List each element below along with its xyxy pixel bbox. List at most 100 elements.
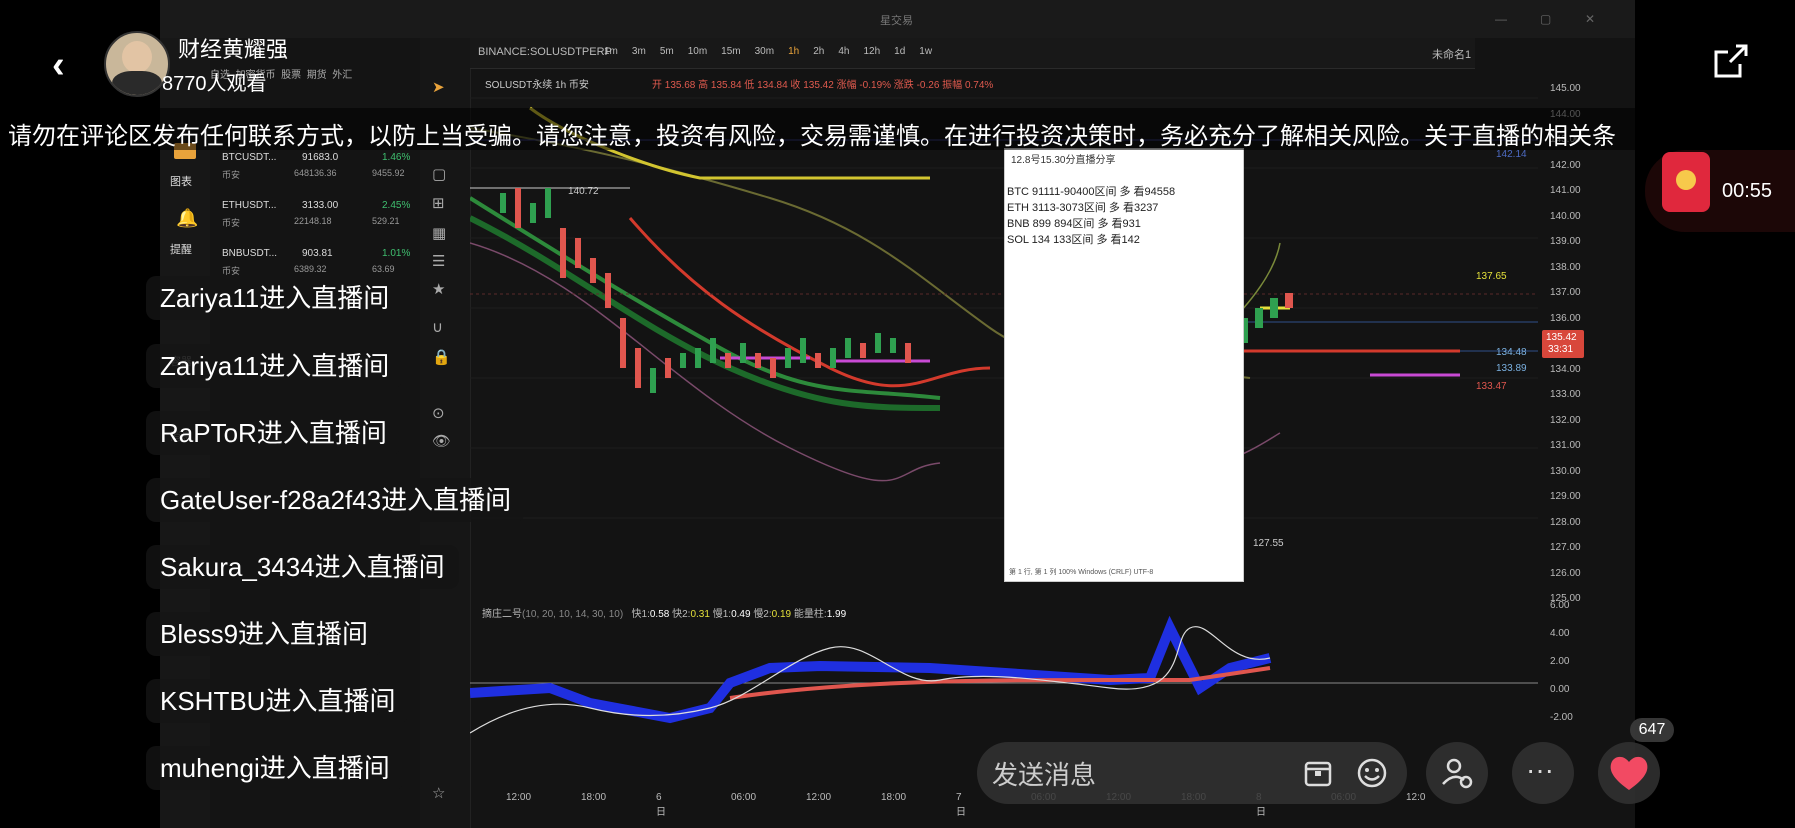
watch-exchange: 币安 [222, 170, 241, 180]
right-label-1: 137.65 [1476, 271, 1507, 282]
x-tick-label: 12:00 [806, 792, 832, 803]
chat-message: KSHTBU进入直播间 [146, 679, 410, 723]
watchlist-row[interactable]: ETHUSDT... 3133.00 2.45% 币安 22148.18 529… [222, 198, 412, 232]
x-tick-label: 06:00 [731, 792, 757, 803]
y-tick-label: 140.00 [1550, 210, 1581, 222]
watch-symbol: BTCUSDT... [222, 152, 277, 163]
green-ribbon-2 [470, 215, 941, 411]
y-tick-label: 134.00 [1550, 363, 1581, 375]
box-icon[interactable] [1302, 757, 1334, 789]
streamer-name[interactable]: 财经黄耀强 [178, 32, 288, 64]
more-button[interactable]: ··· [1512, 742, 1574, 804]
sub-y-tick-label: -2.00 [1550, 712, 1573, 723]
y-tick-label: 136.00 [1550, 312, 1581, 324]
timeframe-30m[interactable]: 30m [755, 46, 774, 57]
emoji-icon[interactable] [1356, 757, 1388, 789]
crop-tool-icon[interactable]: ⊞ [432, 194, 445, 212]
timeframe-1d[interactable]: 1d [894, 46, 905, 57]
y-tick-label: 128.00 [1550, 516, 1581, 528]
watchlist-row[interactable]: BTCUSDT... 91683.0 1.46% 币安 648136.36 94… [222, 150, 412, 184]
current-price: 135.42 [1546, 332, 1577, 343]
osc-label: 能量柱: [793, 609, 827, 620]
y-tick-label: 137.00 [1550, 287, 1581, 298]
grid-tool-icon[interactable]: ▦ [432, 224, 446, 242]
timeframe-4h[interactable]: 4h [838, 46, 849, 57]
watch-change: 1.01% [382, 248, 411, 259]
close-icon[interactable]: ✕ [1585, 12, 1595, 26]
osc-value: 0.49 [731, 609, 751, 620]
y-tick-label: 130.00 [1550, 465, 1581, 477]
level-c-label: 133.47 [1476, 381, 1507, 392]
x-tick-label: 18:00 [881, 792, 907, 803]
avatar-body [112, 71, 162, 95]
red-packet-icon[interactable] [1662, 152, 1710, 212]
lines-tool-icon[interactable]: ☰ [432, 252, 445, 270]
y-tick-label: 132.00 [1550, 414, 1581, 426]
timeframe-2h[interactable]: 2h [813, 46, 824, 57]
star-icon[interactable]: ★ [432, 280, 445, 298]
chat-message: GateUser-f28a2f43进入直播间 [146, 478, 526, 522]
osc-label: 快2: [672, 609, 691, 620]
watch-price: 903.81 [302, 248, 333, 259]
oscillator-params: (10, 20, 10, 14, 30, 10) [522, 609, 624, 620]
x-tick-label: 12:00 [506, 792, 532, 803]
nav-chart-label[interactable]: 图表 [170, 173, 192, 189]
tab-futures[interactable]: 期货 [307, 70, 327, 81]
bell-icon[interactable]: 🔔 [176, 208, 198, 229]
timeframe-1m[interactable]: 1m [604, 46, 618, 57]
watch-volume-2: 9455.92 [372, 168, 405, 178]
notepad-window[interactable]: 12.8号15.30分直播分享 BTC 91111-90400区间 多 看945… [1004, 148, 1244, 582]
watchlist-row[interactable]: BNBUSDT... 903.81 1.01% 币安 6389.32 63.69 [222, 246, 412, 280]
timeframe-10m[interactable]: 10m [688, 46, 707, 57]
nav-alert-label[interactable]: 提醒 [170, 241, 192, 257]
share-icon[interactable] [1710, 42, 1750, 82]
sub-y-tick-label: 4.00 [1550, 628, 1570, 639]
like-count: 647 [1630, 718, 1674, 742]
y-tick-label: 129.00 [1550, 491, 1581, 502]
watch-symbol: ETHUSDT... [222, 200, 277, 211]
rectangle-tool-icon[interactable]: ▢ [432, 165, 446, 183]
chat-message: Sakura_3434进入直播间 [146, 545, 459, 589]
x-tick-label: 18:00 [581, 792, 607, 803]
watch-change: 2.45% [382, 200, 411, 211]
watch-price: 3133.00 [302, 200, 339, 211]
connect-mic-button[interactable] [1426, 742, 1488, 804]
streamer-avatar[interactable] [104, 31, 170, 97]
bar-countdown: 33:31 [1548, 344, 1574, 355]
timeframe-3m[interactable]: 3m [632, 46, 646, 57]
level-b-label: 133.89 [1496, 363, 1527, 374]
maximize-icon[interactable]: ▢ [1540, 12, 1551, 26]
timeframe-5m[interactable]: 5m [660, 46, 674, 57]
osc-value: 0.31 [690, 609, 710, 620]
timeframe-1w[interactable]: 1w [919, 46, 932, 57]
user-link-icon [1442, 758, 1473, 789]
timeframe-12h[interactable]: 12h [863, 46, 880, 57]
back-chevron-icon[interactable]: ‹ [52, 44, 65, 87]
more-dots-icon: ··· [1526, 754, 1554, 785]
target-icon[interactable]: ⊙ [432, 404, 445, 422]
timeframe-selector: 1m 3m 5m 10m 15m 30m 1h 2h 4h 12h 1d 1w [604, 46, 946, 57]
blue-energy-band [470, 615, 1272, 724]
timeframe-15m[interactable]: 15m [721, 46, 740, 57]
tab-forex[interactable]: 外汇 [332, 70, 352, 81]
message-input[interactable]: 发送消息 [992, 755, 1096, 792]
red-packet-countdown: 00:55 [1722, 180, 1773, 202]
low-marker-label: 127.55 [1253, 538, 1284, 549]
timeframe-1h[interactable]: 1h [788, 46, 799, 57]
chat-message: Zariya11进入直播间 [146, 276, 404, 320]
osc-label: 慢2: [753, 609, 772, 620]
cursor-icon[interactable]: ➤ [432, 78, 445, 96]
magnet-icon[interactable]: ∪ [432, 318, 443, 336]
star-outline-icon[interactable]: ☆ [432, 784, 445, 802]
lock-icon[interactable]: 🔒 [432, 348, 451, 366]
watch-volume-2: 63.69 [372, 264, 395, 274]
symbol-code[interactable]: BINANCE:SOLUSDTPERP [478, 46, 612, 58]
like-button[interactable] [1598, 742, 1660, 804]
x-tick-label: 6日 [656, 792, 666, 818]
eye-icon[interactable]: 👁 [432, 432, 451, 450]
price-axis[interactable] [1538, 68, 1608, 788]
tab-stocks[interactable]: 股票 [281, 70, 301, 81]
layout-name[interactable]: 未命名1 [1432, 46, 1471, 62]
y-tick-label: 138.00 [1550, 261, 1581, 273]
minimize-icon[interactable]: — [1495, 12, 1507, 26]
